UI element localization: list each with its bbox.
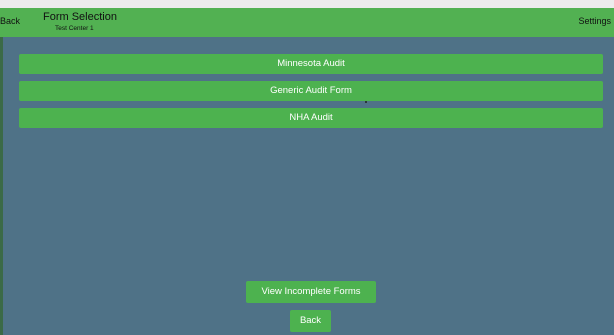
page-subtitle: Test Center 1: [55, 25, 94, 32]
app-header: Back Form Selection Test Center 1 Settin…: [0, 8, 614, 37]
form-item-nha-audit[interactable]: NHA Audit: [19, 108, 603, 128]
page-title: Form Selection: [43, 11, 117, 23]
left-edge-strip: [0, 37, 3, 335]
form-item-generic-audit-form[interactable]: Generic Audit Form: [19, 81, 603, 101]
form-item-minnesota-audit[interactable]: Minnesota Audit: [19, 54, 603, 74]
form-selection-screen: Back Form Selection Test Center 1 Settin…: [0, 0, 614, 335]
header-back-button[interactable]: Back: [0, 16, 20, 26]
view-incomplete-forms-button[interactable]: View Incomplete Forms: [246, 281, 376, 303]
settings-button[interactable]: Settings: [578, 16, 611, 26]
back-button[interactable]: Back: [290, 310, 331, 332]
status-bar: [0, 0, 614, 8]
cursor-dot: [365, 101, 367, 103]
